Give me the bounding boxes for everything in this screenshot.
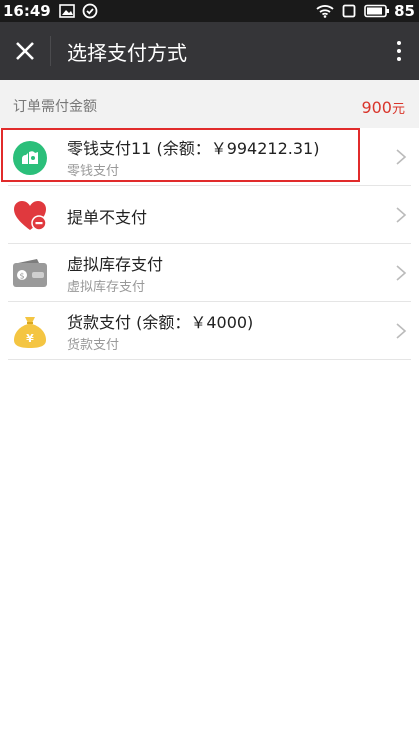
chevron-right-icon [396, 149, 407, 165]
app-bar-divider [50, 36, 51, 66]
payment-method-virtual-stock[interactable]: $ 虚拟库存支付 虚拟库存支付 [0, 244, 419, 302]
close-icon [16, 42, 34, 60]
page-title: 选择支付方式 [67, 40, 187, 65]
battery-level: 85 [394, 2, 415, 20]
chevron-right-icon [396, 265, 407, 281]
more-vertical-icon [397, 41, 401, 61]
payment-subtitle: 货款支付 [67, 338, 120, 353]
check-circle-icon [82, 3, 98, 19]
order-amount-label: 订单需付金额 [13, 99, 97, 115]
order-amount-number: 900 [361, 98, 392, 117]
svg-text:$: $ [19, 272, 24, 281]
app-bar: 选择支付方式 [0, 22, 419, 80]
payment-method-goods-payment[interactable]: ¥ 货款支付 (余额：￥4000) 货款支付 [0, 302, 419, 360]
payment-title: 货款支付 (余额：￥4000) [67, 313, 254, 332]
order-amount-unit: 元 [391, 102, 405, 117]
close-button[interactable] [0, 22, 50, 80]
payment-title: 提单不支付 [67, 208, 148, 227]
more-button[interactable] [379, 22, 419, 80]
wallet-change-icon [13, 141, 47, 175]
payment-title: 零钱支付11 (余额：￥994212.31) [67, 139, 320, 158]
status-bar: 16:49 85 [0, 0, 419, 22]
svg-text:¥: ¥ [26, 332, 34, 345]
heart-minus-icon [14, 201, 47, 231]
payment-subtitle: 虚拟库存支付 [67, 280, 146, 295]
payment-method-no-pay[interactable]: 提单不支付 [0, 186, 419, 244]
chevron-right-icon [396, 323, 407, 339]
image-icon [58, 4, 75, 18]
chevron-right-icon [396, 207, 407, 223]
payment-method-change[interactable]: 零钱支付11 (余额：￥994212.31) 零钱支付 [0, 128, 419, 186]
payment-method-list: 零钱支付11 (余额：￥994212.31) 零钱支付 提单不支付 $ 虚拟库存… [0, 128, 419, 360]
payment-title: 虚拟库存支付 [67, 255, 164, 274]
sim-icon [342, 4, 356, 18]
payment-subtitle: 零钱支付 [67, 164, 120, 179]
status-time: 16:49 [3, 2, 51, 20]
row-divider [8, 359, 411, 360]
battery-icon [364, 4, 390, 18]
order-amount-value: 900元 [361, 98, 405, 117]
order-amount-row: 订单需付金额 900元 [0, 80, 419, 128]
money-bag-icon: ¥ [14, 317, 46, 348]
wifi-icon [316, 4, 334, 18]
wallet-icon: $ [13, 259, 47, 287]
